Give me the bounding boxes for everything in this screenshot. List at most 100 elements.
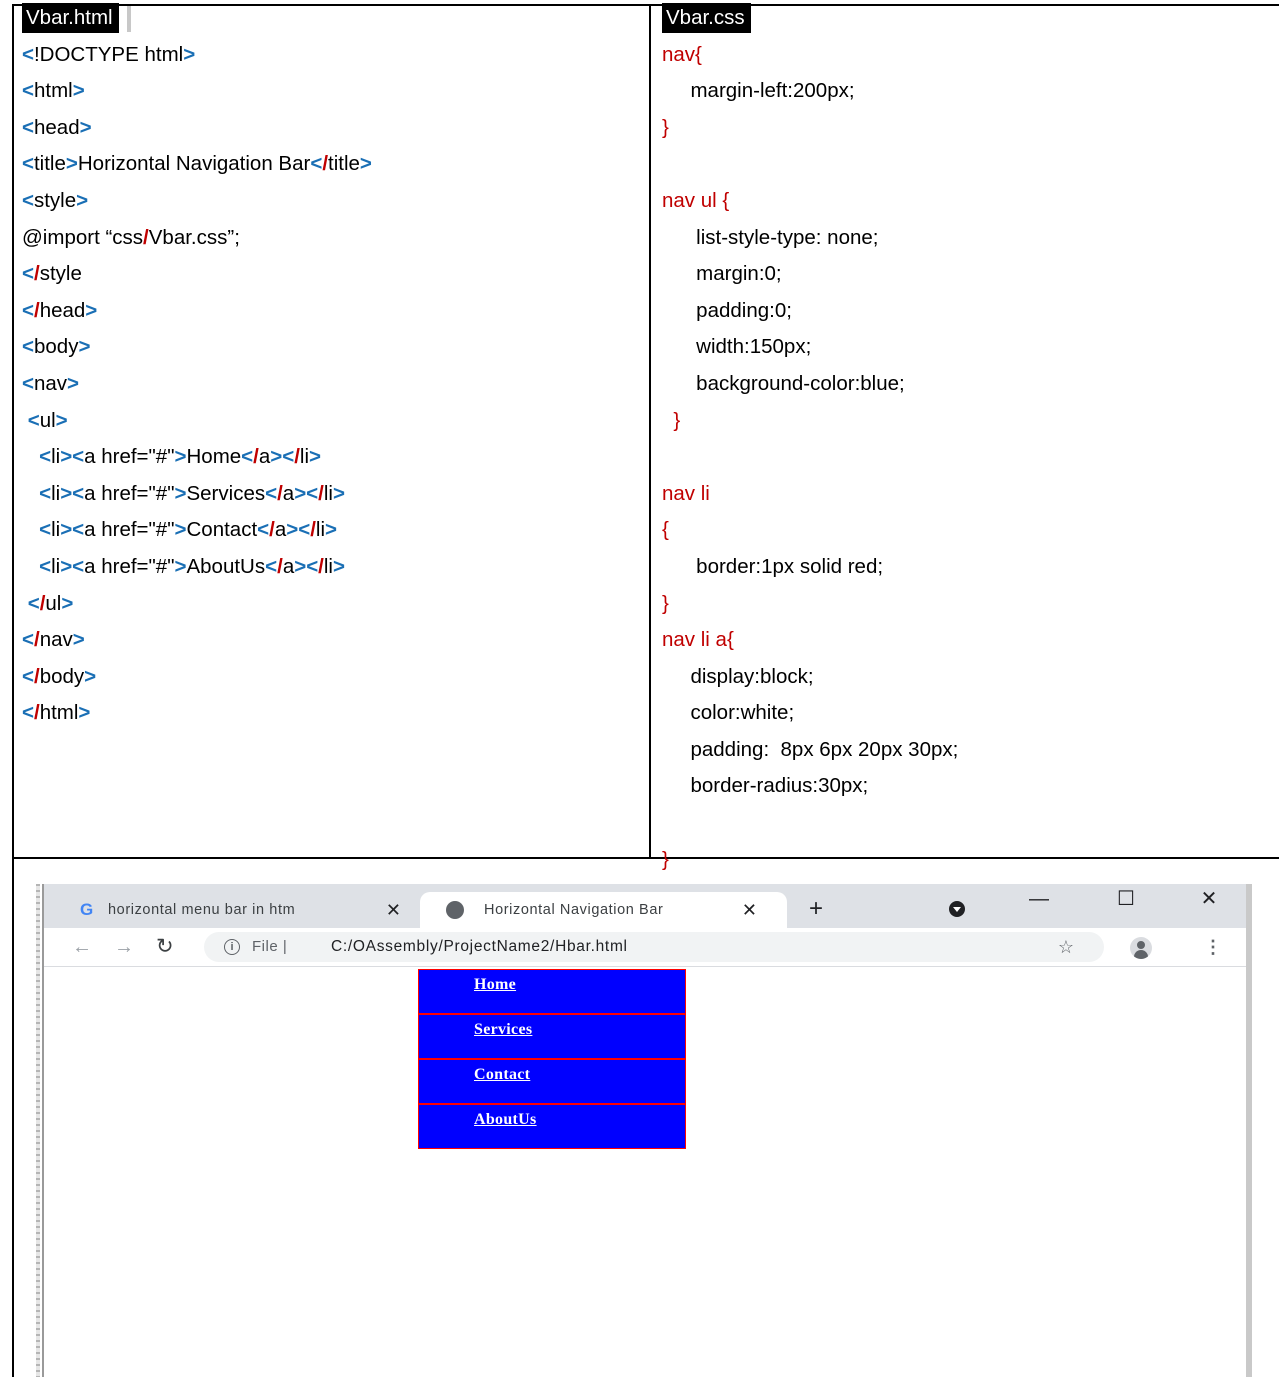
code-token: >< (60, 554, 85, 578)
code-line: <li><a href="#">Home</a></li> (22, 439, 647, 476)
table-middle-divider (649, 4, 651, 858)
code-token: { (662, 518, 669, 542)
code-line: <head> (22, 110, 647, 147)
code-line: </nav> (22, 622, 647, 659)
code-line: nav{ (662, 37, 1272, 74)
tab-active[interactable]: Horizontal Navigation Bar ✕ (420, 892, 787, 928)
code-token: < (22, 262, 34, 286)
html-code-panel: Vbar.html <!DOCTYPE html> <html> <head> <ti… (22, 0, 647, 732)
nav-link-services[interactable]: Services (419, 1015, 685, 1039)
tab-label: Horizontal Navigation Bar (484, 902, 664, 918)
code-token: > (174, 554, 187, 578)
code-token: > (84, 664, 97, 688)
new-tab-button[interactable]: + (809, 894, 823, 924)
css-file-title: Vbar.css (662, 3, 751, 33)
code-line: <li><a href="#">AboutUs</a></li> (22, 549, 647, 586)
toolbar: ← → ↻ i File | C:/OAssembly/ProjectName2… (44, 928, 1246, 967)
code-token: style (33, 188, 77, 212)
code-token: a href="#" (84, 518, 175, 542)
code-line: <!DOCTYPE html> (22, 37, 647, 74)
code-token: < (39, 554, 52, 578)
code-line: nav ul { (662, 183, 1272, 220)
code-token: Horizontal Navigation Bar (77, 152, 311, 176)
reload-icon[interactable]: ↻ (156, 928, 174, 966)
close-icon[interactable]: ✕ (386, 892, 401, 928)
code-token: < (22, 335, 34, 359)
forward-icon[interactable]: → (114, 928, 134, 966)
code-line: </style (22, 256, 647, 293)
text-cursor (126, 5, 131, 32)
code-token: margin:0; (662, 262, 782, 286)
code-token: > (67, 371, 80, 395)
code-token: } (662, 847, 669, 871)
code-line: } (662, 842, 1272, 879)
code-token: < (39, 518, 52, 542)
code-token: > (65, 152, 78, 176)
profile-icon[interactable] (1130, 937, 1152, 959)
code-line: <ul> (22, 403, 647, 440)
nav-item: Contact (418, 1059, 686, 1104)
code-token: a (274, 518, 287, 542)
code-line: padding:0; (662, 293, 1272, 330)
star-icon[interactable]: ☆ (1058, 932, 1074, 962)
code-line: </body> (22, 659, 647, 696)
code-token: nav (33, 371, 68, 395)
address-bar[interactable]: i File | C:/OAssembly/ProjectName2/Hbar.… (204, 932, 1104, 962)
table-left-border (12, 4, 14, 1377)
code-line: color:white; (662, 695, 1272, 732)
code-token: li (51, 554, 61, 578)
code-token: li (51, 481, 61, 505)
code-line: </html> (22, 695, 647, 732)
info-icon[interactable]: i (224, 939, 240, 955)
code-token: < (27, 591, 40, 615)
code-token: nav (39, 628, 73, 652)
code-token: padding: 8px 6px 20px 30px; (662, 737, 959, 761)
code-token: > (72, 79, 85, 103)
nav-link-aboutus[interactable]: AboutUs (419, 1105, 685, 1129)
code-token: width:150px; (662, 335, 812, 359)
menu-icon[interactable]: ⋮ (1204, 928, 1222, 966)
code-token: >< (60, 445, 85, 469)
code-token: nav li (662, 481, 710, 505)
code-token: > (72, 628, 85, 652)
tab-search[interactable]: G horizontal menu bar in htm ✕ (58, 892, 413, 928)
code-line: </head> (22, 293, 647, 330)
nav-item: Home (418, 969, 686, 1014)
code-token: < (22, 152, 34, 176)
code-token: title (33, 152, 66, 176)
html-code-lines: <!DOCTYPE html> <html> <head> <title>Horizo… (22, 37, 647, 732)
code-line: } (662, 110, 1272, 147)
maximize-button[interactable]: ☐ (1106, 884, 1146, 914)
nav-item: AboutUs (418, 1104, 686, 1149)
code-token: < (265, 554, 278, 578)
code-token: > (332, 481, 345, 505)
code-line: nav li a{ (662, 622, 1272, 659)
window-close-button[interactable]: ✕ (1189, 884, 1229, 914)
code-line: width:150px; (662, 329, 1272, 366)
code-token: !DOCTYPE html (33, 42, 184, 66)
back-icon[interactable]: ← (72, 928, 92, 966)
code-token: } (662, 591, 669, 615)
css-code-lines: nav{ margin-left:200px;} nav ul { list-st… (662, 37, 1272, 1025)
code-token: > (332, 554, 345, 578)
code-token: head (33, 115, 80, 139)
code-token: < (39, 481, 52, 505)
code-token: > (174, 481, 187, 505)
url-text[interactable]: C:/OAssembly/ProjectName2/Hbar.html (331, 932, 628, 962)
editor-ruler (36, 884, 40, 1377)
code-line: <title>Horizontal Navigation Bar</title> (22, 146, 647, 183)
close-icon[interactable]: ✕ (742, 892, 757, 928)
code-token: color:white; (662, 701, 795, 725)
tab-search-dropdown-icon[interactable] (949, 901, 965, 917)
minimize-button[interactable]: — (1019, 884, 1059, 914)
code-token: Services (186, 481, 266, 505)
nav-link-contact[interactable]: Contact (419, 1060, 685, 1084)
scheme-separator: | (282, 938, 288, 955)
nav-link-home[interactable]: Home (419, 970, 685, 994)
code-token: > (61, 591, 74, 615)
code-token: @import “css (22, 225, 144, 249)
code-line: @import “css/Vbar.css”; (22, 220, 647, 257)
